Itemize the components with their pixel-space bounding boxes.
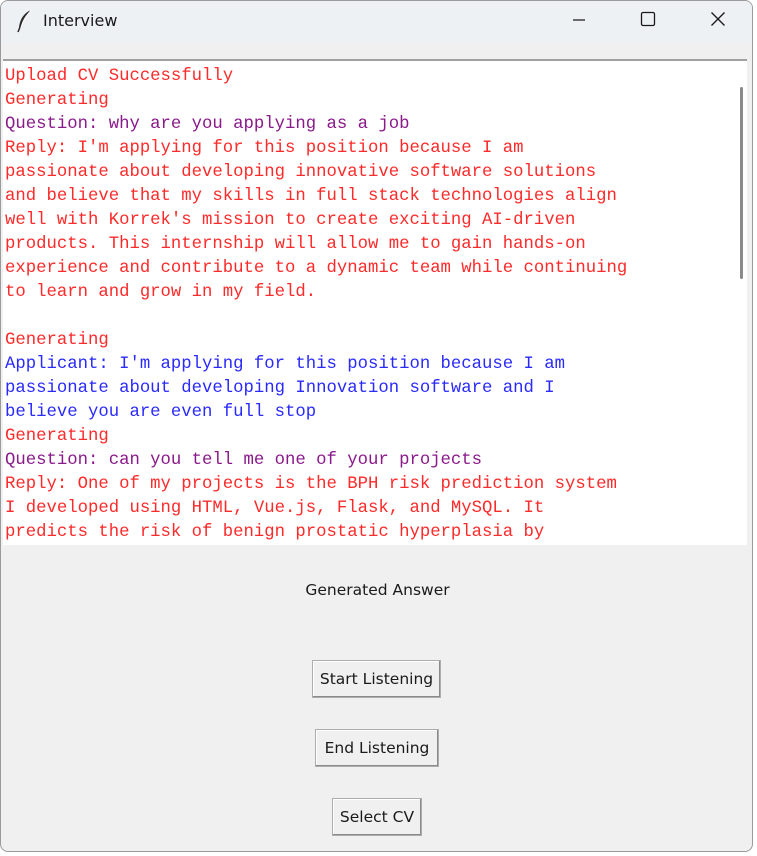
transcript-scrollbar[interactable] — [740, 87, 743, 279]
minimize-icon — [572, 12, 586, 31]
transcript-line: passionate about developing innovative s… — [5, 163, 597, 182]
transcript-line: Generating — [5, 91, 109, 110]
transcript-line: Generating — [5, 427, 109, 446]
transcript-line — [5, 305, 733, 329]
transcript-line: Reply: I'm applying for this position be… — [5, 139, 524, 158]
transcript-line: experience and contribute to a dynamic t… — [5, 259, 628, 278]
transcript-lines: Upload CV Successfully Generating Question… — [5, 65, 733, 545]
title-bar[interactable]: Interview — [1, 1, 752, 43]
feather-icon — [15, 9, 35, 33]
end-listening-button[interactable]: End Listening — [315, 729, 439, 767]
transcript-line: Upload CV Successfully — [5, 67, 234, 86]
status-label: Generated Answer — [305, 581, 450, 599]
transcript-line: Generating — [5, 331, 109, 350]
close-button[interactable] — [695, 1, 741, 41]
transcript-line: passionate about developing Innovation s… — [5, 379, 555, 398]
transcript-line: I developed using HTML, Vue.js, Flask, a… — [5, 499, 545, 518]
close-icon — [710, 11, 726, 31]
transcript-line: predicts the risk of benign prostatic hy… — [5, 523, 545, 542]
window-title: Interview — [43, 11, 118, 30]
transcript-line: to learn and grow in my field. — [5, 283, 317, 302]
maximize-icon — [640, 11, 656, 31]
transcript-line: Question: why are you applying as a job — [5, 115, 410, 134]
transcript-line: believe you are even full stop — [5, 403, 317, 422]
minimize-button[interactable] — [556, 1, 602, 41]
interview-window: Interview Upload CV Successfully Generati… — [0, 0, 753, 852]
maximize-button[interactable] — [625, 1, 671, 41]
transcript-line: Applicant: I'm applying for this positio… — [5, 355, 566, 374]
transcript-line: Reply: One of my projects is the BPH ris… — [5, 475, 617, 494]
transcript-line: Question: can you tell me one of your pr… — [5, 451, 483, 470]
transcript-line: and believe that my skills in full stack… — [5, 187, 617, 206]
transcript-line: well with Korrek's mission to create exc… — [5, 211, 576, 230]
transcript-textbox[interactable]: Upload CV Successfully Generating Question… — [3, 59, 747, 545]
start-listening-button[interactable]: Start Listening — [312, 660, 441, 698]
transcript-line: products. This internship will allow me … — [5, 235, 586, 254]
select-cv-button[interactable]: Select CV — [332, 798, 422, 836]
